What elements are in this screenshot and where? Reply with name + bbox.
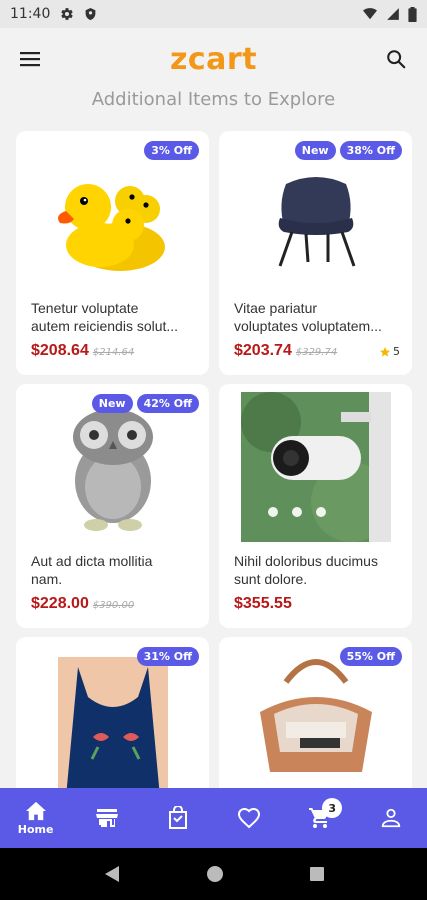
discount-badge: 42% Off <box>136 394 199 413</box>
product-price: $208.64 $214.64 <box>31 342 135 359</box>
blouse-image <box>57 657 168 797</box>
heart-icon <box>238 807 261 829</box>
back-icon[interactable] <box>103 864 121 884</box>
bag-icon <box>168 806 187 829</box>
nav-store[interactable] <box>82 807 132 829</box>
battery-icon <box>408 6 417 22</box>
product-card[interactable]: New 38% Off Vitae pariatur voluptates vo… <box>219 131 412 375</box>
home-icon <box>25 801 46 820</box>
discount-badge: 55% Off <box>339 647 402 666</box>
product-card[interactable]: 3% Off Tenetur voluptate autem reiciendi… <box>16 131 209 375</box>
app-bar: zcart <box>0 28 427 90</box>
discount-badge: 38% Off <box>339 141 402 160</box>
security-camera-image <box>240 391 391 542</box>
chair-image <box>278 176 355 266</box>
product-card[interactable]: 55% Off <box>219 637 412 797</box>
system-navigation-bar <box>0 848 427 900</box>
discount-badge: 31% Off <box>136 647 199 666</box>
status-bar: 11:40 <box>0 0 427 28</box>
product-card[interactable]: 31% Off <box>16 637 209 797</box>
new-badge: New <box>91 394 133 413</box>
badge-group: New 42% Off <box>91 394 199 413</box>
nav-bag[interactable] <box>153 806 203 830</box>
product-name: Vitae pariatur voluptates voluptatem... <box>234 300 382 334</box>
rubber-duck-image <box>57 183 165 271</box>
discount-badge: 3% Off <box>144 141 199 160</box>
new-badge: New <box>294 141 336 160</box>
settings-icon <box>61 8 74 20</box>
nav-wishlist[interactable] <box>224 807 274 829</box>
menu-icon[interactable] <box>20 50 42 68</box>
handbag-image <box>259 659 372 772</box>
product-rating: 5 <box>379 345 400 358</box>
nav-cart[interactable]: 3 <box>295 798 345 830</box>
product-price: $228.00 $390.00 <box>31 595 135 612</box>
product-price: $203.74 $329.74 <box>234 342 338 359</box>
badge-group: 3% Off <box>144 141 199 160</box>
star-icon <box>380 346 390 357</box>
product-image <box>219 384 412 549</box>
search-icon[interactable] <box>385 48 407 70</box>
app-logo[interactable]: zcart <box>170 42 257 77</box>
recents-icon[interactable] <box>309 866 325 882</box>
section-title: Additional Items to Explore <box>91 89 336 110</box>
home-button-icon[interactable] <box>206 865 224 883</box>
nav-home[interactable]: Home <box>11 801 61 836</box>
product-price: $355.55 <box>234 595 292 612</box>
shield-icon <box>85 8 96 20</box>
signal-icon <box>387 8 399 20</box>
product-name: Nihil doloribus ducimus sunt dolore. <box>234 553 378 587</box>
account-icon <box>382 808 401 828</box>
product-name: Tenetur voluptate autem reiciendis solut… <box>31 300 179 334</box>
status-time: 11:40 <box>10 6 51 22</box>
product-card[interactable]: New 42% Off Aut ad dicta mollitia nam. $… <box>16 384 209 628</box>
store-icon <box>95 809 118 827</box>
owl-statue-image <box>72 408 153 531</box>
badge-group: 55% Off <box>339 647 402 666</box>
badge-group: 31% Off <box>136 647 199 666</box>
product-card[interactable]: Nihil doloribus ducimus sunt dolore. $35… <box>219 384 412 628</box>
nav-account[interactable] <box>366 807 416 829</box>
nav-home-label: Home <box>17 822 54 836</box>
badge-group: New 38% Off <box>294 141 402 160</box>
product-name: Aut ad dicta mollitia nam. <box>31 553 153 587</box>
cart-count-badge: 3 <box>322 798 343 818</box>
wifi-icon <box>363 8 377 20</box>
bottom-navigation: Home 3 <box>0 788 427 848</box>
